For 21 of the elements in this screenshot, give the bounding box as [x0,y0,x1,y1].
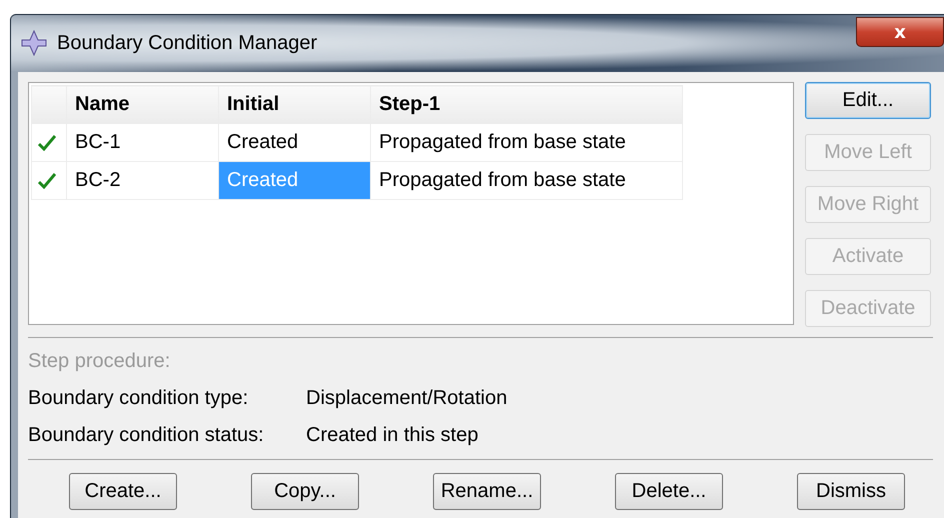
table-cell[interactable]: Propagated from base state [370,162,682,200]
column-header[interactable]: Name [66,86,218,124]
column-header[interactable]: Step-1 [370,86,682,124]
window-title: Boundary Condition Manager [57,32,318,54]
info-label: Boundary condition status: [28,424,265,448]
info-label: Boundary condition type: [28,387,250,411]
table-cell[interactable]: BC-2 [66,162,218,200]
step-procedure-label: Step procedure: [28,350,172,374]
table-cell[interactable]: Propagated from base state [370,124,682,162]
dialog-button[interactable]: Dismiss [797,473,905,510]
app-icon [21,30,47,56]
close-button[interactable]: x [856,17,944,47]
side-button[interactable]: Edit... [805,82,931,119]
table-cell[interactable]: BC-1 [66,124,218,162]
info-value: Created in this step [306,424,478,448]
dialog-button[interactable]: Rename... [433,473,541,510]
dialog-button[interactable]: Create... [69,473,177,510]
dialog-button[interactable]: Delete... [615,473,723,510]
dialog-button[interactable]: Copy... [251,473,359,510]
info-value: Displacement/Rotation [306,387,508,411]
column-header[interactable]: Initial [218,86,370,124]
